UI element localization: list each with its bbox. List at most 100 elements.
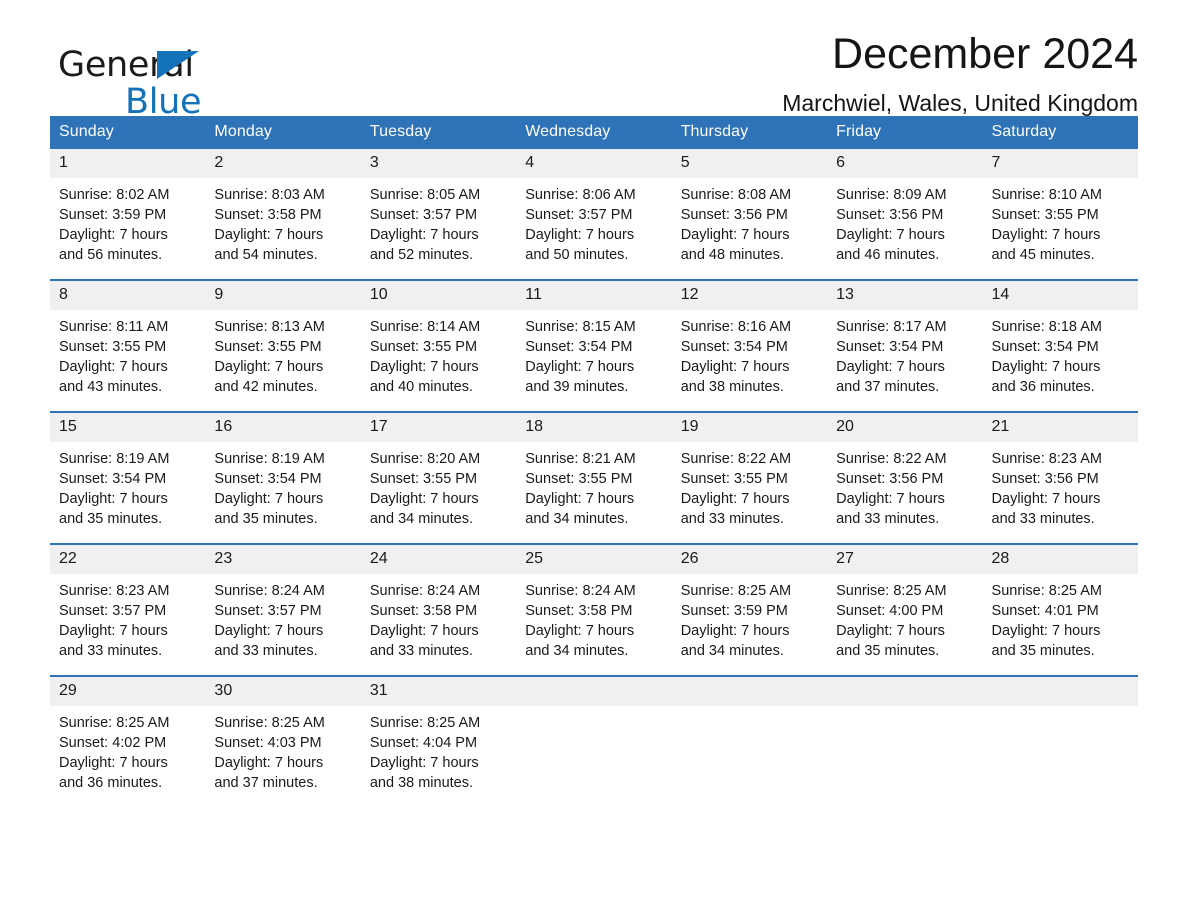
calendar-day-cell[interactable]: 21 Sunrise: 8:23 AM Sunset: 3:56 PM Dayligh… [982,411,1138,544]
daylight-text-line2: and 43 minutes. [59,379,163,395]
day-details: Sunrise: 8:09 AM Sunset: 3:56 PM Daylight:… [827,178,982,279]
calendar-day-cell[interactable]: 26 Sunrise: 8:25 AM Sunset: 3:59 PM Dayligh… [671,543,828,676]
calendar-day-cell[interactable]: 9 Sunrise: 8:13 AM Sunset: 3:55 PM Daylight… [205,279,361,412]
daylight-text-line1: Daylight: 7 hours [836,491,945,507]
daylight-text-line2: and 37 minutes. [836,379,940,395]
sunrise-text: Sunrise: 8:25 AM [836,583,947,599]
daylight-text-line1: Daylight: 7 hours [59,491,168,507]
calendar-day-cell[interactable]: 11 Sunrise: 8:15 AM Sunset: 3:54 PM Dayligh… [516,279,672,412]
daylight-text-line1: Daylight: 7 hours [991,491,1101,507]
calendar-day-cell[interactable]: 1 Sunrise: 8:02 AM Sunset: 3:59 PM Daylight… [50,149,206,280]
calendar-cell-empty [982,675,1138,807]
calendar-day-cell[interactable]: 14 Sunrise: 8:18 AM Sunset: 3:54 PM Dayligh… [982,279,1138,412]
calendar-day-cell[interactable]: 23 Sunrise: 8:24 AM Sunset: 3:57 PM Dayligh… [205,543,361,676]
day-number: 28 [982,545,1138,574]
sunrise-text: Sunrise: 8:24 AM [369,583,481,599]
calendar-day-cell[interactable]: 6 Sunrise: 8:09 AM Sunset: 3:56 PM Daylight… [827,149,983,280]
calendar-day-cell[interactable]: 2 Sunrise: 8:03 AM Sunset: 3:58 PM Daylight… [205,149,361,280]
calendar-day-cell[interactable]: 18 Sunrise: 8:21 AM Sunset: 3:55 PM Dayligh… [516,411,672,544]
day-details: Sunrise: 8:24 AM Sunset: 3:58 PM Daylight:… [361,574,516,675]
calendar-day-cell[interactable]: 28 Sunrise: 8:25 AM Sunset: 4:01 PM Dayligh… [982,543,1138,676]
calendar-day-cell[interactable]: 27 Sunrise: 8:25 AM Sunset: 4:00 PM Dayligh… [827,543,983,676]
sunrise-text: Sunrise: 8:23 AM [59,583,170,599]
daylight-text-line2: and 34 minutes. [525,511,629,527]
sunset-text: Sunset: 3:56 PM [680,207,788,223]
daylight-text-line1: Daylight: 7 hours [369,623,479,639]
calendar-day-cell[interactable]: 7 Sunrise: 8:10 AM Sunset: 3:55 PM Daylight… [982,149,1138,280]
page-subtitle: Marchwiel, Wales, United Kingdom [782,90,1138,117]
day-number: 18 [516,413,672,442]
calendar-day-cell[interactable]: 16 Sunrise: 8:19 AM Sunset: 3:54 PM Dayligh… [205,411,361,544]
calendar-day-cell[interactable]: 19 Sunrise: 8:22 AM Sunset: 3:55 PM Dayligh… [671,411,828,544]
daylight-text-line2: and 54 minutes. [214,247,318,263]
daylight-text-line1: Daylight: 7 hours [991,623,1101,639]
day-number: 21 [982,413,1138,442]
day-number: 29 [50,677,206,706]
calendar-day-cell[interactable]: 12 Sunrise: 8:16 AM Sunset: 3:54 PM Dayligh… [671,279,828,412]
day-number: 27 [827,545,983,574]
daylight-text-line1: Daylight: 7 hours [59,755,168,771]
sunrise-text: Sunrise: 8:25 AM [214,715,325,731]
calendar-day-cell[interactable]: 22 Sunrise: 8:23 AM Sunset: 3:57 PM Dayligh… [50,543,206,676]
daylight-text-line2: and 42 minutes. [214,379,318,395]
daylight-text-line2: and 50 minutes. [525,247,629,263]
daylight-text-line1: Daylight: 7 hours [525,359,635,375]
daylight-text-line2: and 40 minutes. [369,379,474,395]
daylight-text-line1: Daylight: 7 hours [680,359,790,375]
sunset-text: Sunset: 3:56 PM [991,471,1099,487]
calendar-day-cell[interactable]: 3 Sunrise: 8:05 AM Sunset: 3:57 PM Daylight… [360,149,517,280]
daylight-text-line1: Daylight: 7 hours [214,359,324,375]
daylight-text-line1: Daylight: 7 hours [369,227,479,243]
day-details: Sunrise: 8:14 AM Sunset: 3:55 PM Daylight:… [361,310,516,411]
calendar-day-cell[interactable]: 29 Sunrise: 8:25 AM Sunset: 4:02 PM Dayligh… [50,675,206,807]
calendar-day-cell[interactable]: 10 Sunrise: 8:14 AM Sunset: 3:55 PM Dayligh… [360,279,517,412]
daylight-text-line2: and 39 minutes. [525,379,629,395]
day-number: 11 [516,281,672,310]
weekday-header-friday: Friday [827,116,983,149]
day-details: Sunrise: 8:20 AM Sunset: 3:55 PM Daylight:… [361,442,516,543]
daylight-text-line1: Daylight: 7 hours [991,359,1101,375]
day-details: Sunrise: 8:25 AM Sunset: 4:04 PM Daylight:… [361,706,516,807]
sunset-text: Sunset: 3:57 PM [59,603,167,619]
calendar-day-cell[interactable]: 4 Sunrise: 8:06 AM Sunset: 3:57 PM Daylight… [516,149,672,280]
calendar-day-cell[interactable]: 31 Sunrise: 8:25 AM Sunset: 4:04 PM Dayligh… [360,675,517,807]
day-number: 3 [360,149,517,178]
daylight-text-line2: and 45 minutes. [991,247,1095,263]
calendar-day-cell[interactable]: 24 Sunrise: 8:24 AM Sunset: 3:58 PM Dayligh… [360,543,517,676]
daylight-text-line2: and 38 minutes. [680,379,784,395]
daylight-text-line2: and 33 minutes. [59,643,163,659]
weekday-header-thursday: Thursday [671,116,828,149]
calendar-day-cell[interactable]: 20 Sunrise: 8:22 AM Sunset: 3:56 PM Dayligh… [827,411,983,544]
sunrise-text: Sunrise: 8:09 AM [836,187,947,203]
day-number: 6 [827,149,983,178]
day-details: Sunrise: 8:06 AM Sunset: 3:57 PM Daylight:… [516,178,671,279]
daylight-text-line1: Daylight: 7 hours [59,623,168,639]
day-details: Sunrise: 8:22 AM Sunset: 3:55 PM Daylight:… [672,442,827,543]
day-number: 16 [205,413,361,442]
sunrise-text: Sunrise: 8:25 AM [991,583,1102,599]
calendar-day-cell[interactable]: 15 Sunrise: 8:19 AM Sunset: 3:54 PM Dayligh… [50,411,206,544]
calendar-week-row: 29 Sunrise: 8:25 AM Sunset: 4:02 PM Dayligh… [50,675,1138,807]
daylight-text-line1: Daylight: 7 hours [991,227,1101,243]
general-blue-logo[interactable]: General Blue [58,48,202,120]
calendar-week-row: 8 Sunrise: 8:11 AM Sunset: 3:55 PM Daylight… [50,279,1138,412]
calendar-day-cell[interactable]: 8 Sunrise: 8:11 AM Sunset: 3:55 PM Daylight… [50,279,206,412]
calendar-day-cell[interactable]: 13 Sunrise: 8:17 AM Sunset: 3:54 PM Dayligh… [827,279,983,412]
sunrise-text: Sunrise: 8:24 AM [214,583,325,599]
weekday-header-tuesday: Tuesday [360,116,517,149]
calendar-day-cell[interactable]: 5 Sunrise: 8:08 AM Sunset: 3:56 PM Daylight… [671,149,828,280]
day-number [982,677,1138,706]
daylight-text-line2: and 34 minutes. [369,511,474,527]
calendar-day-cell[interactable]: 30 Sunrise: 8:25 AM Sunset: 4:03 PM Dayligh… [205,675,361,807]
weekday-header-monday: Monday [205,116,361,149]
calendar-header-row: Sunday Monday Tuesday Wednesday Thursday… [50,116,1138,149]
calendar-cell-empty [827,675,983,807]
sunset-text: Sunset: 3:55 PM [59,339,167,355]
calendar-day-cell[interactable]: 17 Sunrise: 8:20 AM Sunset: 3:55 PM Dayligh… [360,411,517,544]
day-details: Sunrise: 8:10 AM Sunset: 3:55 PM Daylight:… [983,178,1138,279]
day-details: Sunrise: 8:17 AM Sunset: 3:54 PM Daylight:… [827,310,982,411]
day-number: 4 [516,149,672,178]
sunrise-text: Sunrise: 8:21 AM [525,451,636,467]
sunrise-text: Sunrise: 8:13 AM [214,319,325,335]
calendar-day-cell[interactable]: 25 Sunrise: 8:24 AM Sunset: 3:58 PM Dayligh… [516,543,672,676]
